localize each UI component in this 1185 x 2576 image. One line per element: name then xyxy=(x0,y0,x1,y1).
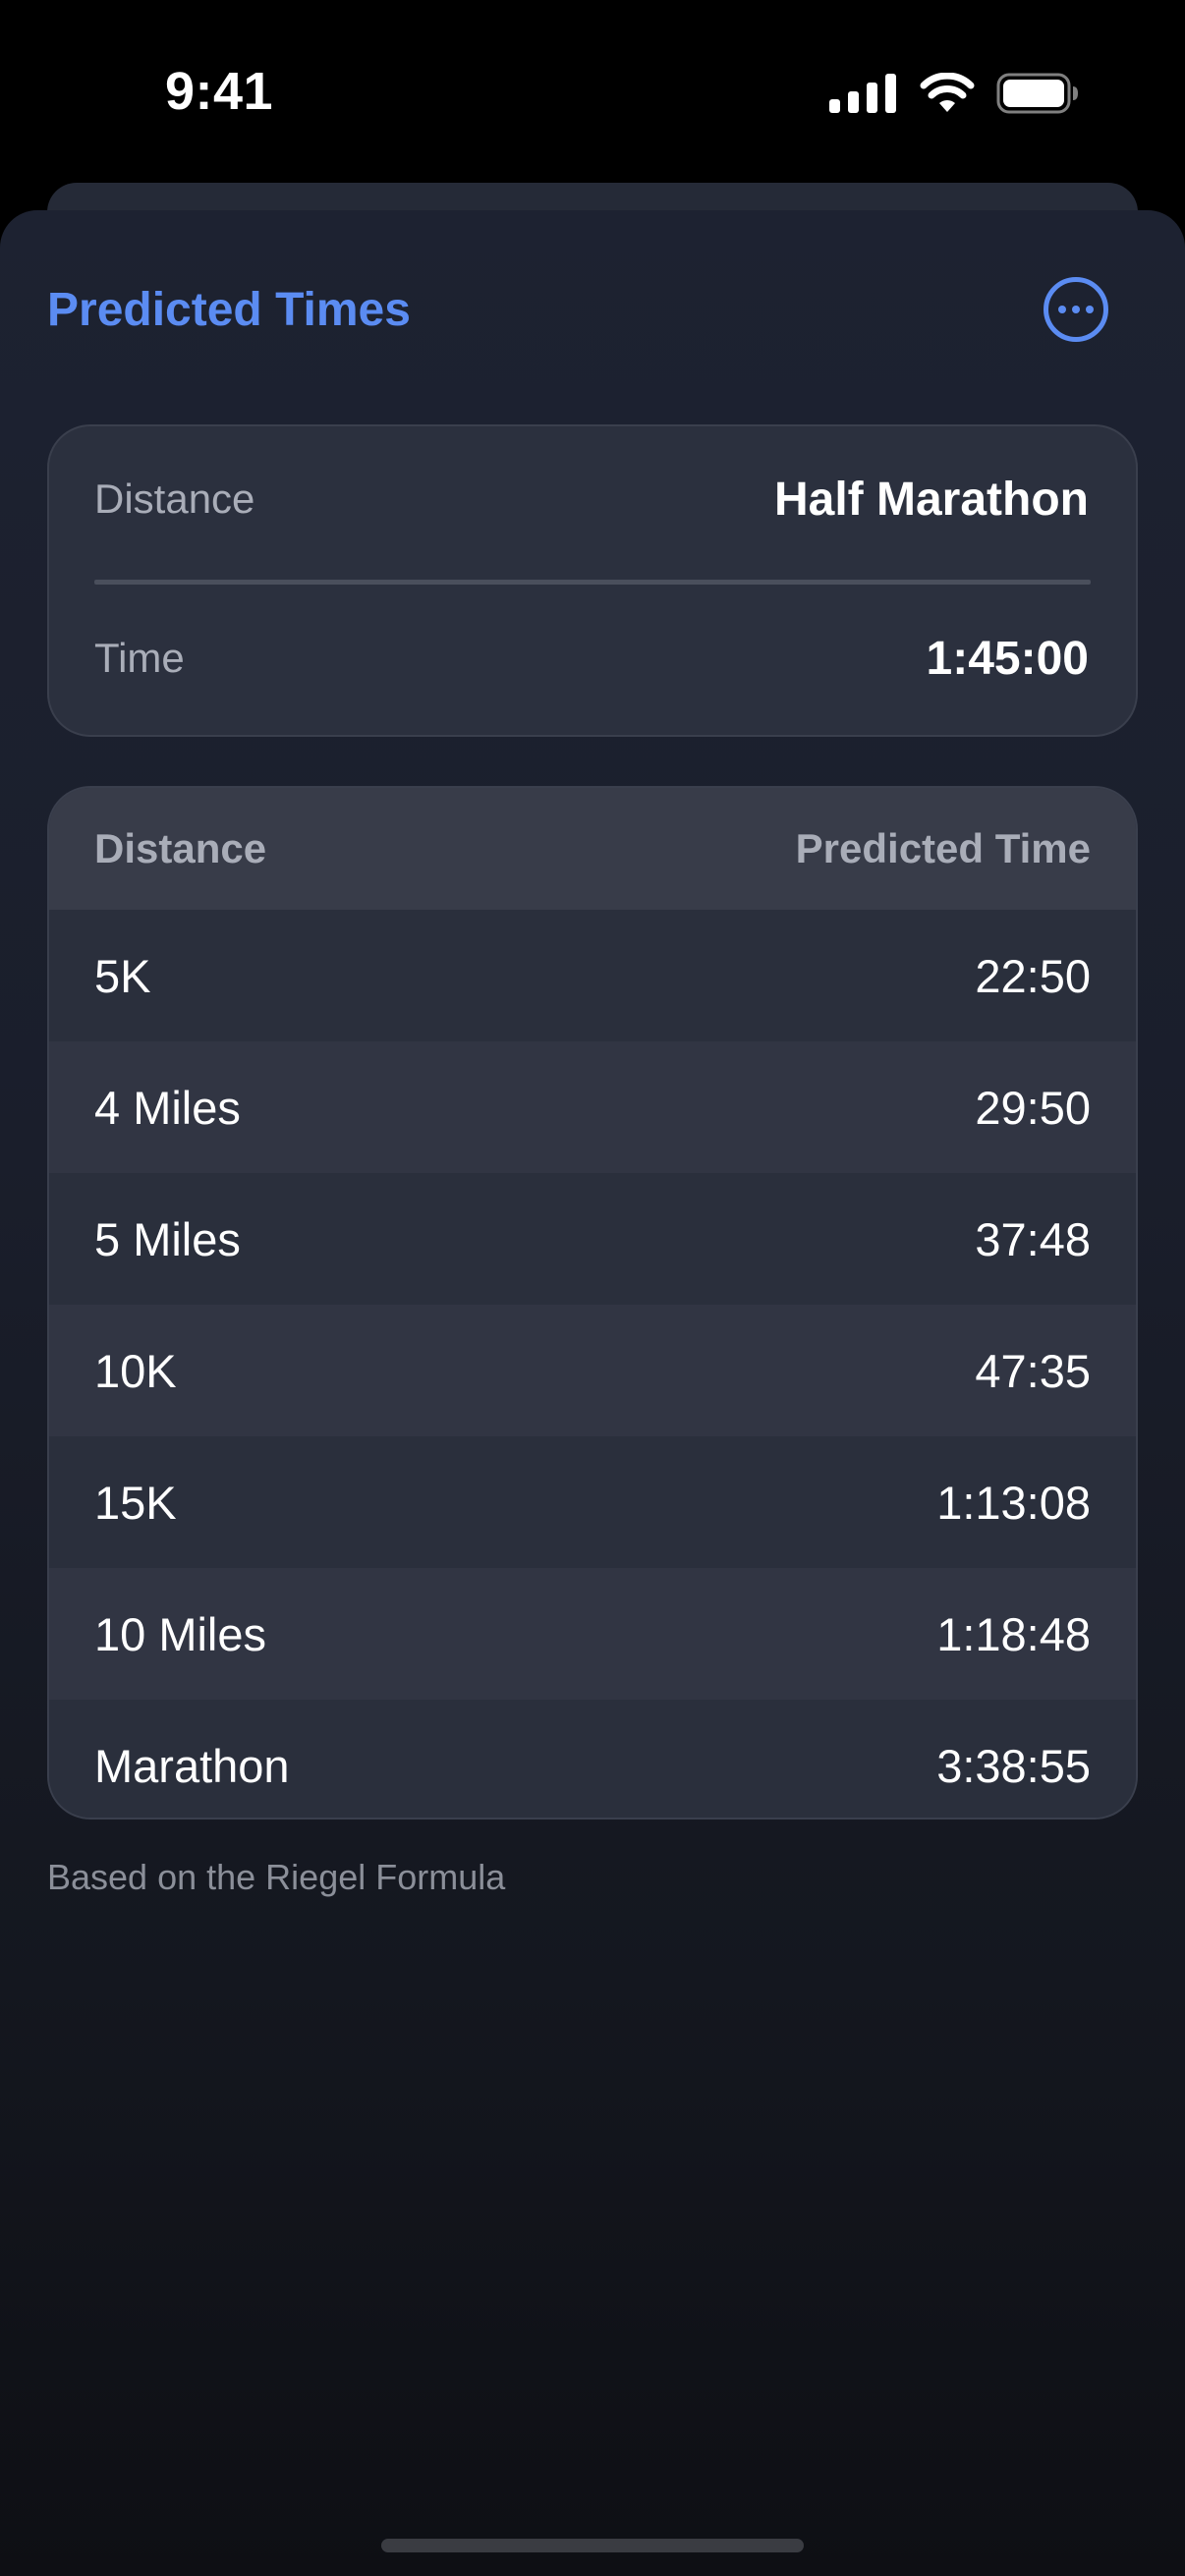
table-row: 4 Miles 29:50 xyxy=(49,1041,1136,1173)
row-distance: 5 Miles xyxy=(94,1212,241,1265)
table-row: 5K 22:50 xyxy=(49,910,1136,1041)
row-distance: 10 Miles xyxy=(94,1607,267,1660)
ellipsis-dot xyxy=(1072,306,1080,313)
table-row: 10 Miles 1:18:48 xyxy=(49,1568,1136,1700)
table-row: 10K 47:35 xyxy=(49,1305,1136,1436)
table-header: Distance Predicted Time xyxy=(49,788,1136,910)
status-icons xyxy=(829,72,1079,119)
time-value[interactable]: 1:45:00 xyxy=(927,632,1089,686)
formula-footnote: Based on the Riegel Formula xyxy=(47,1857,506,1897)
time-row[interactable]: Time 1:45:00 xyxy=(94,619,1089,698)
row-distance: Marathon xyxy=(94,1739,290,1792)
sheet-header: Predicted Times xyxy=(47,263,1138,362)
row-distance: 10K xyxy=(94,1344,177,1397)
row-time: 1:18:48 xyxy=(936,1607,1091,1660)
row-time: 37:48 xyxy=(975,1212,1091,1265)
ellipsis-circle-icon xyxy=(1058,306,1066,313)
divider xyxy=(94,580,1091,585)
page-title: Predicted Times xyxy=(47,284,411,336)
table-row: 15K 1:13:08 xyxy=(49,1436,1136,1568)
column-header-distance: Distance xyxy=(94,825,267,871)
row-time: 47:35 xyxy=(975,1344,1091,1397)
row-time: 3:38:55 xyxy=(936,1739,1091,1792)
more-options-button[interactable] xyxy=(1044,277,1108,342)
row-time: 29:50 xyxy=(975,1081,1091,1134)
wifi-icon xyxy=(920,72,975,119)
row-distance: 4 Miles xyxy=(94,1081,241,1134)
table-row: 5 Miles 37:48 xyxy=(49,1173,1136,1305)
screen: 9:41 Predicted Times Distance Half Marat… xyxy=(0,0,1185,2576)
battery-icon xyxy=(996,73,1079,119)
status-time: 9:41 xyxy=(165,62,274,121)
ellipsis-dot xyxy=(1086,306,1094,313)
column-header-predicted-time: Predicted Time xyxy=(795,825,1091,871)
row-time: 22:50 xyxy=(975,949,1091,1002)
cellular-signal-icon xyxy=(829,74,898,118)
predicted-times-sheet: Predicted Times Distance Half Marathon T… xyxy=(0,210,1185,2576)
row-time: 1:13:08 xyxy=(936,1476,1091,1529)
table-row: Marathon 3:38:55 xyxy=(49,1700,1136,1818)
home-indicator[interactable] xyxy=(381,2539,804,2552)
distance-row[interactable]: Distance Half Marathon xyxy=(94,460,1089,538)
row-distance: 5K xyxy=(94,949,151,1002)
time-label: Time xyxy=(94,635,185,681)
status-bar: 9:41 xyxy=(0,0,1185,187)
row-distance: 15K xyxy=(94,1476,177,1529)
distance-value[interactable]: Half Marathon xyxy=(774,473,1089,527)
predictions-table: Distance Predicted Time 5K 22:50 4 Miles… xyxy=(47,786,1138,1820)
race-input-card: Distance Half Marathon Time 1:45:00 xyxy=(47,424,1138,737)
distance-label: Distance xyxy=(94,476,255,522)
